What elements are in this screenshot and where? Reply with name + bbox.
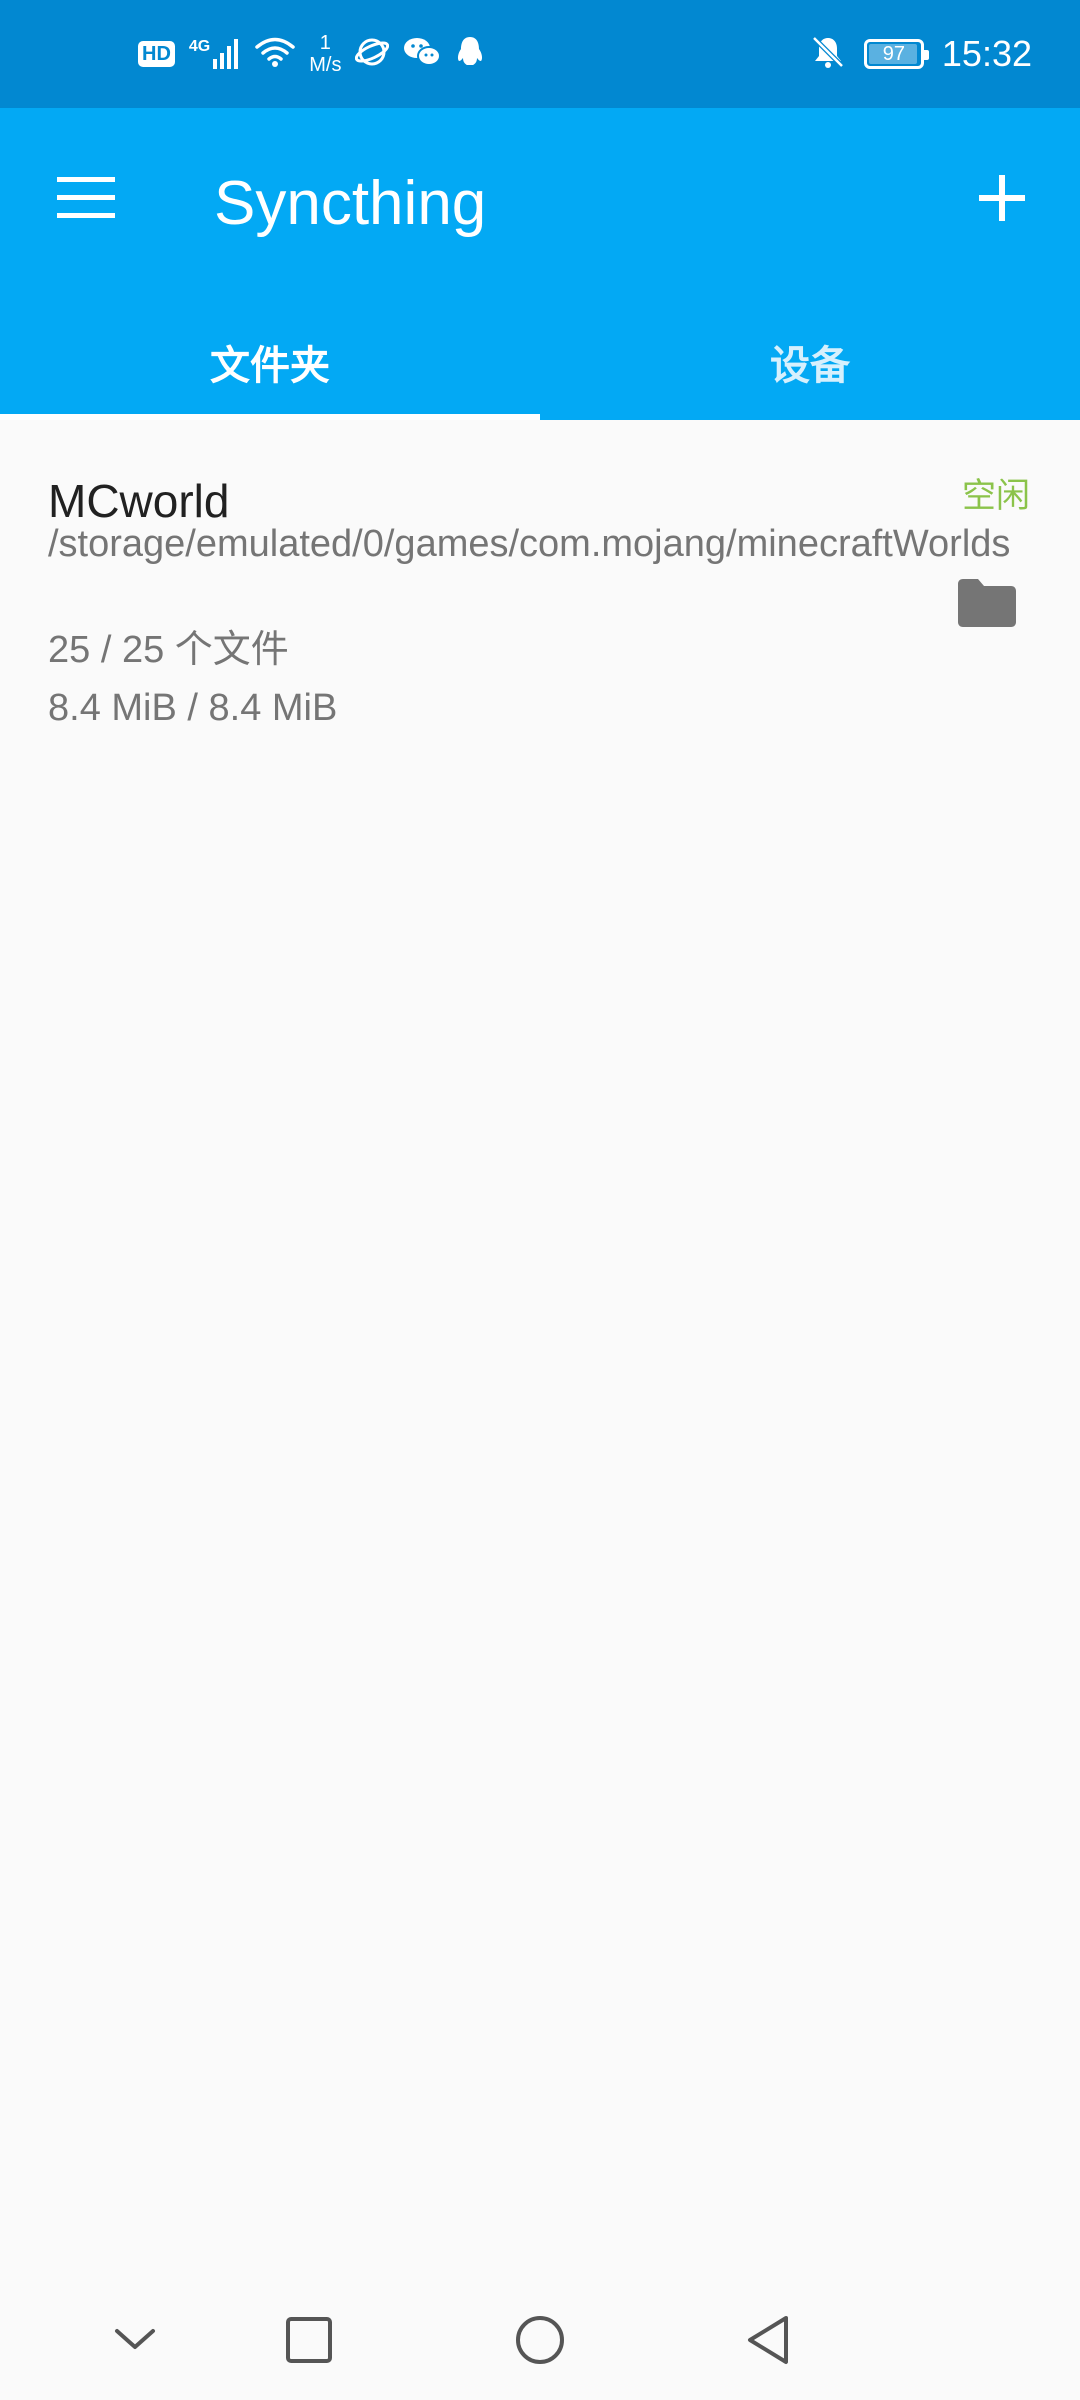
hd-icon: HD [138, 41, 175, 67]
collapse-chevron-icon [113, 2327, 157, 2358]
system-nav-bar [0, 2280, 1080, 2400]
net-speed-value: 1 [319, 32, 331, 54]
home-circle-icon [514, 2314, 566, 2371]
signal-4g-icon: 4G [189, 39, 241, 69]
folder-file-count: 25 / 25 个文件 [48, 629, 289, 671]
home-button[interactable] [500, 2302, 580, 2382]
folder-size: 8.4 MiB / 8.4 MiB [48, 687, 338, 729]
folder-path: /storage/emulated/0/games/com.mojang/min… [48, 523, 1011, 565]
wechat-icon [403, 36, 442, 73]
recents-square-icon [285, 2316, 333, 2369]
folder-status-badge: 空闲 [962, 477, 1030, 515]
battery-tip [923, 50, 929, 60]
net-speed: 1 M/s [309, 32, 341, 76]
open-folder-button[interactable] [952, 570, 1022, 640]
tab-bar: 文件夹 设备 [0, 304, 1080, 420]
add-folder-button[interactable] [962, 160, 1042, 240]
back-button[interactable] [728, 2302, 808, 2382]
mute-bell-icon [810, 34, 846, 75]
battery-icon: 97 [863, 39, 929, 69]
status-bar-left: HD 4G 1 M/s [138, 0, 485, 108]
plus-icon [979, 174, 1025, 226]
folder-icon [956, 578, 1018, 633]
folder-list-item[interactable]: MCworld /storage/emulated/0/games/com.mo… [0, 452, 1080, 752]
network-type-label: 4G [188, 38, 211, 55]
back-triangle-icon [744, 2314, 792, 2371]
collapse-button[interactable] [95, 2302, 175, 2382]
status-bar: HD 4G 1 M/s 97 15:32 [0, 0, 1080, 108]
recents-button[interactable] [269, 2302, 349, 2382]
app-bar: Syncthing 文件夹 设备 [0, 108, 1080, 420]
net-speed-unit: M/s [309, 54, 342, 76]
menu-button[interactable] [46, 160, 126, 240]
tab-devices[interactable]: 设备 [540, 304, 1080, 420]
app-title: Syncthing [214, 169, 487, 238]
hamburger-menu-icon [57, 176, 115, 224]
qq-icon [455, 35, 485, 74]
tab-folders[interactable]: 文件夹 [0, 304, 540, 420]
status-bar-right: 97 15:32 [810, 0, 1032, 108]
wifi-icon [255, 36, 295, 73]
clock: 15:32 [941, 33, 1032, 74]
battery-level: 97 [882, 43, 906, 65]
browser-icon [355, 35, 390, 74]
